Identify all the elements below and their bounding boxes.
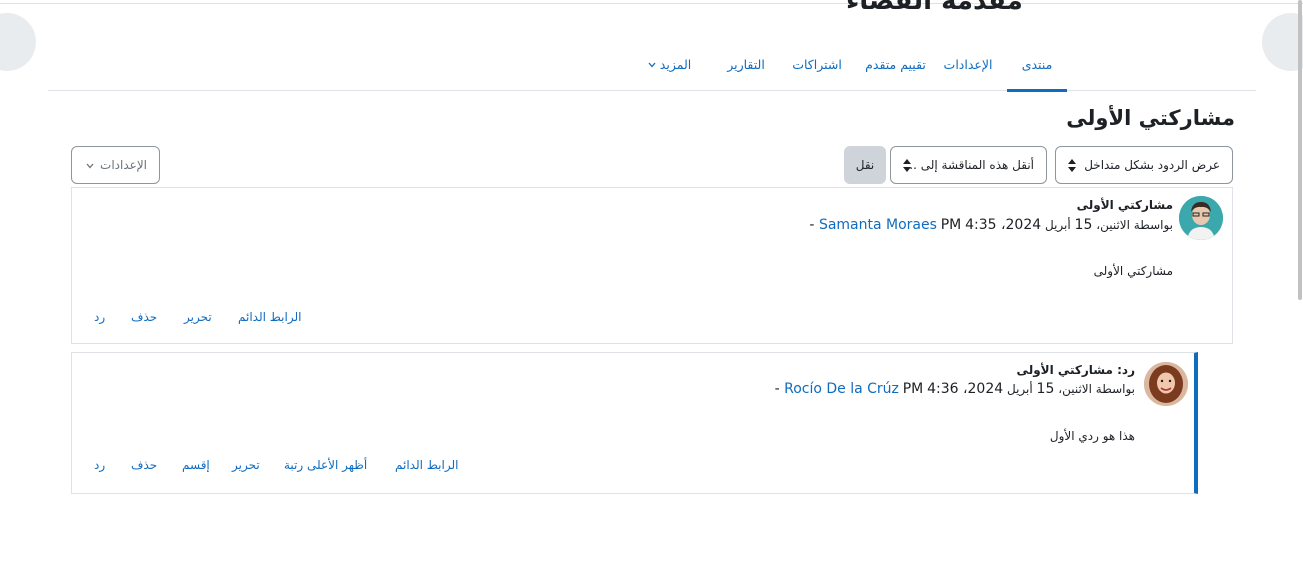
byline-day: 15 xyxy=(1036,381,1055,397)
tab-settings-label: الإعدادات xyxy=(943,57,993,72)
byline-year-time: 2024، 4:35 xyxy=(965,217,1042,233)
permalink-link[interactable]: الرابط الدائم xyxy=(238,310,301,324)
sort-arrows-icon xyxy=(1068,159,1076,172)
byline-prefix: بواسطة الاثنين، xyxy=(1058,382,1135,396)
tab-reports[interactable]: التقارير xyxy=(716,38,776,91)
header-divider xyxy=(0,3,1303,4)
tab-forum[interactable]: منتدى xyxy=(1007,38,1067,92)
split-link[interactable]: إقسم xyxy=(182,458,210,472)
sort-arrows-icon xyxy=(903,159,911,172)
tab-advanced-grading-label: تقييم متقدم xyxy=(865,57,926,72)
reply-link[interactable]: رد xyxy=(94,310,105,324)
delete-link[interactable]: حذف xyxy=(131,458,157,472)
move-button[interactable]: نقل xyxy=(844,146,886,184)
forum-post-reply: رد: مشاركتي الأولى بواسطة الاثنين، 15 أب… xyxy=(71,352,1198,494)
edit-link[interactable]: تحرير xyxy=(232,458,260,472)
post-byline: بواسطة الاثنين، 15 أبريل 2024، 4:36 Rocí… xyxy=(775,381,1135,397)
show-parent-link[interactable]: أظهر الأعلى رتبة xyxy=(284,458,367,472)
byline-month: أبريل xyxy=(1044,218,1071,232)
byline-month: أبريل xyxy=(1006,382,1033,396)
forum-post: مشاركتي الأولى بواسطة الاثنين، 15 أبريل … xyxy=(71,187,1233,344)
display-mode-select[interactable]: عرض الردود بشكل متداخل xyxy=(1055,146,1233,184)
secondary-navigation: منتدى الإعدادات تقييم متقدم اشتراكات الت… xyxy=(48,38,1256,92)
author-picture-icon xyxy=(1144,362,1188,406)
chevron-down-icon xyxy=(648,62,656,67)
tab-subscriptions-label: اشتراكات xyxy=(792,57,842,72)
avatar[interactable] xyxy=(1179,196,1223,240)
reply-link[interactable]: رد xyxy=(94,458,105,472)
page-scrollbar[interactable] xyxy=(1298,0,1302,300)
post-title: رد: مشاركتي الأولى xyxy=(1016,363,1135,377)
edit-link[interactable]: تحرير xyxy=(184,310,212,324)
tab-more[interactable]: المزيد xyxy=(642,38,697,91)
post-title: مشاركتي الأولى xyxy=(1076,198,1173,212)
delete-link[interactable]: حذف xyxy=(131,310,157,324)
move-discussion-value: أنقل هذه المناقشة إلى ... xyxy=(905,158,1034,172)
settings-dropdown[interactable]: الإعدادات xyxy=(71,146,160,184)
author-link[interactable]: Rocío De la Crúz xyxy=(784,381,899,397)
open-course-index-button[interactable] xyxy=(0,13,36,71)
post-content: هذا هو ردي الأول xyxy=(1049,429,1135,443)
byline-day: 15 xyxy=(1074,217,1093,233)
tab-reports-label: التقارير xyxy=(727,57,765,72)
post-byline: بواسطة الاثنين، 15 أبريل 2024، 4:35 Sama… xyxy=(809,217,1173,233)
author-link[interactable]: Samanta Moraes xyxy=(819,217,937,233)
tab-settings[interactable]: الإعدادات xyxy=(933,38,1003,91)
display-mode-value: عرض الردود بشكل متداخل xyxy=(1084,158,1220,172)
open-block-drawer-button[interactable] xyxy=(1262,13,1303,71)
settings-dropdown-label: الإعدادات xyxy=(100,158,147,172)
move-button-label: نقل xyxy=(855,158,875,172)
avatar[interactable] xyxy=(1144,362,1188,406)
byline-prefix: بواسطة الاثنين، xyxy=(1096,218,1173,232)
tab-more-label: المزيد xyxy=(659,57,692,72)
permalink-link[interactable]: الرابط الدائم xyxy=(395,458,458,472)
tab-forum-label: منتدى xyxy=(1021,57,1053,72)
chevron-down-icon xyxy=(86,163,94,169)
move-discussion-select[interactable]: أنقل هذه المناقشة إلى ... xyxy=(890,146,1047,184)
tab-subscriptions[interactable]: اشتراكات xyxy=(781,38,853,91)
tab-advanced-grading[interactable]: تقييم متقدم xyxy=(858,38,933,91)
course-title: مقدمة الفضاء xyxy=(846,0,1026,12)
post-content: مشاركتي الأولى xyxy=(1093,264,1173,278)
author-picture-icon xyxy=(1179,196,1223,240)
page-title: مشاركتي الأولى xyxy=(1066,106,1235,130)
byline-year-time: 2024، 4:36 xyxy=(927,381,1004,397)
